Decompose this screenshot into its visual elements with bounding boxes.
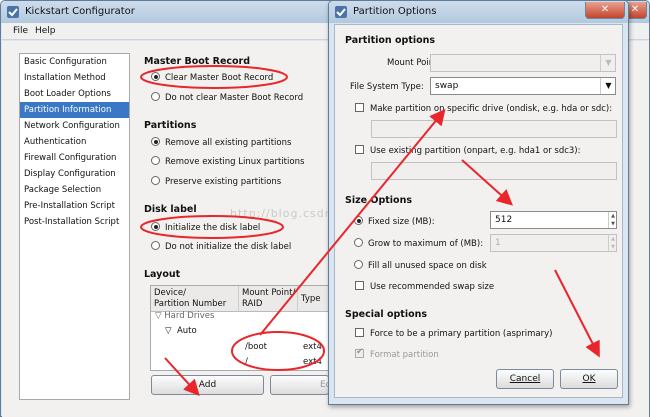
cancel-button[interactable]: Cancel bbox=[496, 369, 554, 389]
fixed-size-radio[interactable]: Fixed size (MB): bbox=[354, 216, 435, 227]
format-partition-checkbox[interactable]: Format partition bbox=[355, 347, 439, 360]
disklabel-noinit-radio[interactable]: Do not initialize the disk label bbox=[151, 241, 291, 254]
partitions-heading: Partitions bbox=[144, 120, 197, 131]
dialog-body: Partition options Mount Point: ▼ File Sy… bbox=[334, 24, 623, 398]
ok-button[interactable]: OK bbox=[560, 369, 618, 389]
remove-linux-radio[interactable]: Remove existing Linux partitions bbox=[151, 156, 304, 169]
radio-icon bbox=[151, 156, 160, 165]
checkbox-checked-icon bbox=[355, 347, 364, 358]
menu-help[interactable]: Help bbox=[35, 26, 56, 36]
col-device-header[interactable]: Device/ Partition Number bbox=[151, 286, 239, 312]
edit-button[interactable]: Ed bbox=[270, 375, 329, 395]
table-row-boot-type: ext4 bbox=[303, 342, 322, 352]
col-type-header[interactable]: Type bbox=[298, 286, 329, 312]
disklabel-init-radio[interactable]: Initialize the disk label bbox=[151, 222, 260, 235]
fs-type-label: File System Type: bbox=[350, 82, 424, 92]
remove-all-radio[interactable]: Remove all existing partitions bbox=[151, 137, 291, 150]
radio-icon bbox=[354, 238, 363, 247]
radio-icon bbox=[354, 260, 363, 269]
checkbox-icon bbox=[355, 328, 364, 337]
sidebar-item-boot-loader-options[interactable]: Boot Loader Options bbox=[20, 86, 129, 102]
sidebar-item-network-configuration[interactable]: Network Configuration bbox=[20, 118, 129, 134]
sidebar-item-installation-method[interactable]: Installation Method bbox=[20, 70, 129, 86]
dialog-titlebar[interactable]: Partition Options ✕ bbox=[329, 1, 628, 23]
dialog-title: Partition Options bbox=[353, 6, 437, 17]
fill-disk-radio[interactable]: Fill all unused space on disk bbox=[354, 260, 487, 271]
sidebar-item-pre-installation-script[interactable]: Pre-Installation Script bbox=[20, 198, 129, 214]
tree-hard-drives[interactable]: ▽ Hard Drives bbox=[155, 311, 214, 321]
radio-icon bbox=[151, 176, 160, 185]
partition-options-dialog: Partition Options ✕ Partition options Mo… bbox=[328, 0, 629, 405]
recommended-swap-checkbox[interactable]: Use recommended swap size bbox=[355, 281, 494, 292]
checkbox-icon bbox=[355, 145, 364, 154]
special-options-heading: Special options bbox=[345, 309, 428, 320]
disklabel-heading: Disk label bbox=[144, 204, 197, 215]
ondisk-checkbox[interactable]: Make partition on specific drive (ondisk… bbox=[355, 103, 612, 114]
table-row-boot-mount[interactable]: /boot bbox=[245, 342, 267, 352]
add-button[interactable]: Add bbox=[151, 375, 264, 395]
main-window-title: Kickstart Configurator bbox=[25, 6, 135, 17]
sidebar-item-package-selection[interactable]: Package Selection bbox=[20, 182, 129, 198]
radio-selected-icon bbox=[151, 72, 160, 81]
sidebar-item-display-configuration[interactable]: Display Configuration bbox=[20, 166, 129, 182]
radio-selected-icon bbox=[354, 216, 363, 225]
sidebar-item-firewall-configuration[interactable]: Firewall Configuration bbox=[20, 150, 129, 166]
app-icon bbox=[7, 6, 19, 18]
ondisk-input[interactable] bbox=[371, 120, 617, 138]
mount-point-combo[interactable] bbox=[430, 54, 616, 72]
radio-icon bbox=[151, 241, 160, 250]
sidebar-nav: Basic Configuration Installation Method … bbox=[19, 53, 130, 400]
checkbox-icon bbox=[355, 281, 364, 290]
preserve-radio[interactable]: Preserve existing partitions bbox=[151, 176, 281, 189]
mbr-clear-radio[interactable]: Clear Master Boot Record bbox=[151, 72, 273, 85]
col-mount-header[interactable]: Mount Point/ RAID bbox=[239, 286, 298, 312]
sidebar-item-post-installation-script[interactable]: Post-Installation Script bbox=[20, 214, 129, 230]
onpart-input[interactable] bbox=[371, 162, 617, 180]
grow-input[interactable]: 1 bbox=[490, 234, 617, 252]
tree-auto[interactable]: ▽ Auto bbox=[165, 326, 197, 336]
table-row-root-mount[interactable]: / bbox=[245, 357, 248, 367]
fs-type-select[interactable]: swap bbox=[430, 77, 616, 95]
chevron-down-icon[interactable]: ▼ bbox=[600, 55, 616, 71]
fixed-size-spinner[interactable]: ▲ ▼ bbox=[608, 212, 617, 228]
chevron-down-icon[interactable]: ▼ bbox=[600, 78, 616, 94]
fixed-size-input[interactable]: 512 bbox=[490, 211, 617, 229]
partition-options-heading: Partition options bbox=[345, 35, 436, 46]
menu-file[interactable]: File bbox=[13, 26, 28, 36]
sidebar-item-partition-information[interactable]: Partition Information bbox=[20, 102, 129, 118]
onpart-checkbox[interactable]: Use existing partition (onpart, e.g. hda… bbox=[355, 145, 581, 156]
dialog-close-button[interactable]: ✕ bbox=[585, 2, 625, 19]
radio-selected-icon bbox=[151, 222, 160, 231]
asprimary-checkbox[interactable]: Force to be a primary partition (asprima… bbox=[355, 328, 552, 339]
size-options-heading: Size Options bbox=[345, 195, 412, 206]
table-row-root-type: ext4 bbox=[303, 357, 322, 367]
layout-table[interactable]: Device/ Partition Number Mount Point/ RA… bbox=[150, 285, 330, 371]
dialog-app-icon bbox=[335, 6, 347, 18]
grow-radio[interactable]: Grow to maximum of (MB): bbox=[354, 238, 483, 249]
sidebar-item-basic-configuration[interactable]: Basic Configuration bbox=[20, 54, 129, 70]
radio-selected-icon bbox=[151, 137, 160, 146]
mbr-heading: Master Boot Record bbox=[144, 56, 251, 67]
mbr-noclear-radio[interactable]: Do not clear Master Boot Record bbox=[151, 92, 303, 105]
grow-spinner[interactable]: ▲ ▼ bbox=[608, 235, 617, 251]
layout-heading: Layout bbox=[144, 269, 181, 280]
radio-icon bbox=[151, 92, 160, 101]
sidebar-item-authentication[interactable]: Authentication bbox=[20, 134, 129, 150]
checkbox-icon bbox=[355, 103, 364, 112]
